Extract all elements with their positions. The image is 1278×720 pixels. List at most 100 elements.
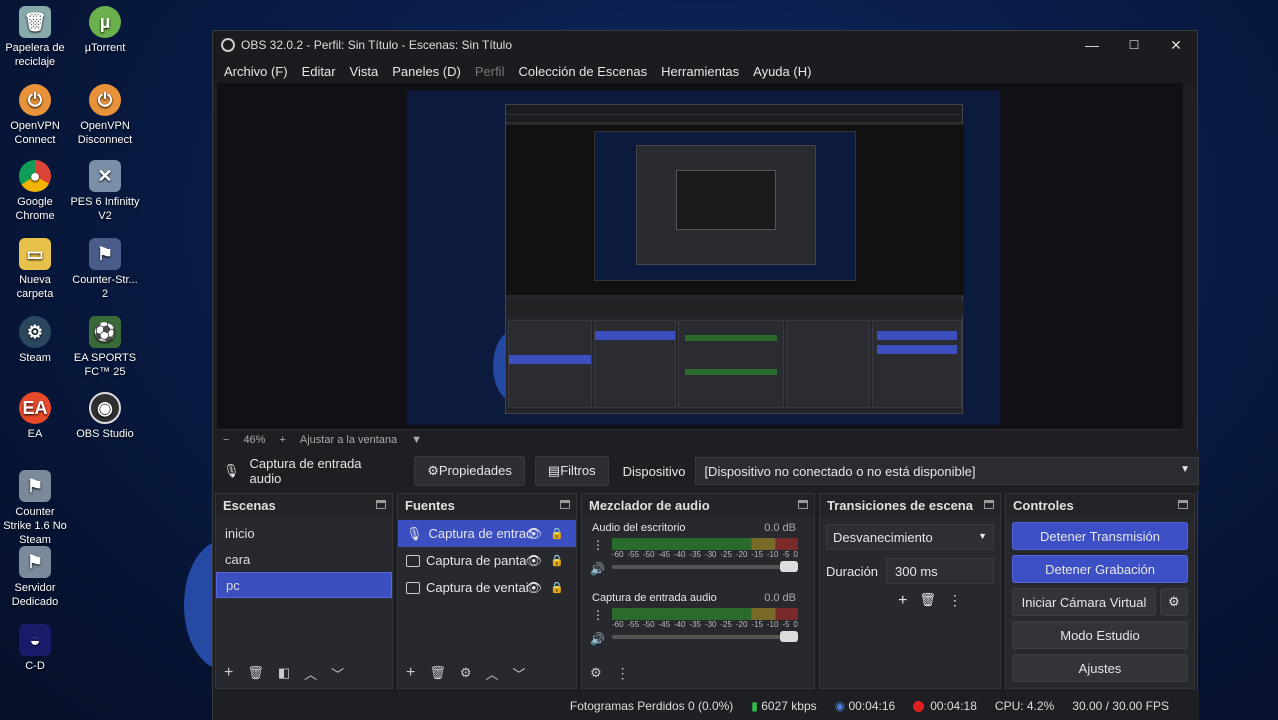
undock-icon[interactable] (560, 500, 570, 509)
volume-meter (612, 608, 798, 620)
transitions-dock: Transiciones de escena Desvanecimiento ▼… (819, 493, 1001, 689)
volume-slider[interactable] (612, 561, 798, 572)
trash-icon[interactable]: 🗑 (247, 665, 264, 681)
desktop-icon-cd[interactable]: ◒ C-D (0, 624, 70, 673)
kebab-menu-icon[interactable]: ⋮ (616, 665, 630, 682)
menu-help[interactable]: Ayuda (H) (746, 64, 818, 79)
zoom-in-button[interactable]: + (279, 434, 285, 446)
advanced-audio-icon[interactable]: ⚙ (590, 665, 602, 681)
scene-item-cara[interactable]: cara (216, 546, 392, 572)
server-icon: ⚑ (19, 546, 51, 578)
chevron-down-icon[interactable]: ﹀ (513, 664, 526, 683)
desktop-icon-obs[interactable]: ◉ OBS Studio (70, 392, 140, 441)
add-icon[interactable]: + (406, 664, 415, 682)
undock-icon[interactable] (1178, 500, 1188, 509)
duration-label: Duración (826, 563, 879, 579)
desktop-icon-openvpn-connect[interactable]: ⏻ OpenVPN Connect (0, 84, 70, 147)
transition-select[interactable]: Desvanecimiento ▼ (826, 524, 994, 550)
sources-title: Fuentes (405, 497, 455, 513)
menu-docks[interactable]: Paneles (D) (385, 64, 468, 79)
audio-mixer-dock: Mezclador de audio Audio del escritorio … (581, 493, 815, 689)
scene-item-inicio[interactable]: inicio (216, 520, 392, 546)
trash-icon[interactable]: 🗑 (429, 665, 446, 681)
eye-icon[interactable]: 👁 (525, 580, 542, 596)
desktop-icon-pes6[interactable]: ✕ PES 6 Infinitty V2 (70, 160, 140, 223)
scene-filter-icon[interactable]: ◧ (278, 665, 290, 681)
openvpn-icon: ⏻ (89, 84, 121, 116)
undock-icon[interactable] (376, 500, 386, 509)
device-select[interactable]: [Dispositivo no conectado o no está disp… (695, 457, 1199, 485)
menu-scene-collection[interactable]: Colección de Escenas (511, 64, 654, 79)
menu-file[interactable]: Archivo (F) (217, 64, 295, 79)
record-time: 00:04:18 (930, 699, 977, 713)
lock-icon[interactable]: 🔒 (550, 581, 564, 594)
kebab-menu-icon[interactable]: ⋮ (948, 592, 962, 610)
steam-icon: ⚙ (19, 316, 51, 348)
speaker-icon[interactable]: 🔊 (590, 632, 605, 646)
desktop-icon-recycle-bin[interactable]: 🗑 Papelera de reciclaje (0, 6, 70, 69)
menu-profile[interactable]: Perfil (468, 64, 512, 79)
fit-window-button[interactable]: Ajustar a la ventana (300, 434, 397, 446)
eye-icon[interactable]: 👁 (525, 553, 542, 569)
kebab-menu-icon[interactable]: ⋮ (592, 538, 604, 552)
utorrent-icon: µ (89, 6, 121, 38)
desktop-icon-counter-strike-2[interactable]: ⚑ Counter-Str... 2 (70, 238, 140, 301)
trash-icon[interactable]: 🗑 (919, 592, 936, 610)
chevron-up-icon[interactable]: ︿ (486, 664, 499, 683)
desktop-icon-ea-sports-fc[interactable]: ⚽ EA SPORTS FC™ 25 (70, 316, 140, 379)
desktop-icon-chrome[interactable]: ● Google Chrome (0, 160, 70, 223)
preview-scrollbar[interactable] (1183, 83, 1197, 429)
preview-nested-obs (505, 104, 964, 414)
duration-input[interactable]: 300 ms (886, 558, 994, 584)
volume-slider[interactable] (612, 631, 798, 642)
source-item-audio-input[interactable]: 🎙 Captura de entrac 👁 🔒 (398, 520, 576, 547)
chevron-up-icon[interactable]: ︿ (304, 664, 317, 683)
scene-item-pc[interactable]: pc (216, 572, 392, 598)
settings-button[interactable]: Ajustes (1012, 654, 1188, 682)
add-icon[interactable]: + (224, 664, 233, 682)
desktop-icon-counter-strike-16[interactable]: ⚑ Counter Strike 1.6 No Steam (0, 470, 70, 547)
zoom-out-button[interactable]: − (223, 434, 229, 446)
source-item-window-capture[interactable]: Captura de ventai 👁 🔒 (398, 574, 576, 601)
kebab-menu-icon[interactable]: ⋮ (592, 608, 604, 622)
menu-view[interactable]: Vista (343, 64, 386, 79)
desktop-icon-ea[interactable]: EA EA (0, 392, 70, 441)
scenes-dock: Escenas inicio cara pc + 🗑 ◧ ︿ ﹀ (215, 493, 393, 689)
desktop-icon-new-folder[interactable]: ▭ Nueva carpeta (0, 238, 70, 301)
properties-button[interactable]: ⚙Propiedades (414, 456, 525, 486)
menu-edit[interactable]: Editar (295, 64, 343, 79)
undock-icon[interactable] (984, 500, 994, 509)
virtual-camera-settings-button[interactable]: ⚙ (1160, 588, 1188, 616)
microphone-icon: 🎙 (223, 463, 240, 478)
speaker-icon[interactable]: 🔊 (590, 562, 605, 576)
dropped-frames: Fotogramas Perdidos 0 (0.0%) (569, 699, 734, 713)
gear-icon[interactable]: ⚙ (460, 665, 472, 681)
sources-dock: Fuentes 🎙 Captura de entrac 👁 🔒 Captura de … (397, 493, 577, 689)
desktop-icon-utorrent[interactable]: µ µTorrent (70, 6, 140, 55)
eye-icon[interactable]: 👁 (525, 526, 542, 542)
desktop-icon-openvpn-disconnect[interactable]: ⏻ OpenVPN Disconnect (70, 84, 140, 147)
pes-icon: ✕ (89, 160, 121, 192)
minimize-button[interactable]: — (1071, 31, 1113, 59)
stop-stream-button[interactable]: Detener Transmisión (1012, 522, 1188, 550)
lock-icon[interactable]: 🔒 (550, 554, 564, 567)
undock-icon[interactable] (798, 500, 808, 509)
preview-canvas[interactable] (217, 83, 1183, 429)
desktop-icon-steam[interactable]: ⚙ Steam (0, 316, 70, 365)
lock-icon[interactable]: 🔒 (550, 527, 564, 540)
desktop-icon-dedicated-server[interactable]: ⚑ Servidor Dedicado (0, 546, 70, 609)
stop-recording-button[interactable]: Detener Grabación (1012, 555, 1188, 583)
title-bar[interactable]: OBS 32.0.2 - Perfil: Sin Título - Escena… (213, 31, 1197, 59)
chevron-down-icon[interactable]: ﹀ (331, 664, 344, 683)
filters-button[interactable]: ▤Filtros (534, 456, 609, 486)
status-bar: Fotogramas Perdidos 0 (0.0%) ▮ 6027 kbps… (213, 691, 1199, 720)
chevron-down-icon[interactable]: ▼ (411, 434, 422, 446)
menu-tools[interactable]: Herramientas (654, 64, 746, 79)
maximize-button[interactable]: ☐ (1113, 31, 1155, 59)
close-button[interactable]: ✕ (1155, 31, 1197, 59)
start-virtual-camera-button[interactable]: Iniciar Cámara Virtual (1012, 588, 1156, 616)
add-transition-icon[interactable]: + (898, 592, 907, 610)
studio-mode-button[interactable]: Modo Estudio (1012, 621, 1188, 649)
counter-strike-icon: ⚑ (19, 470, 51, 502)
source-item-display-capture[interactable]: Captura de panta 👁 🔒 (398, 547, 576, 574)
